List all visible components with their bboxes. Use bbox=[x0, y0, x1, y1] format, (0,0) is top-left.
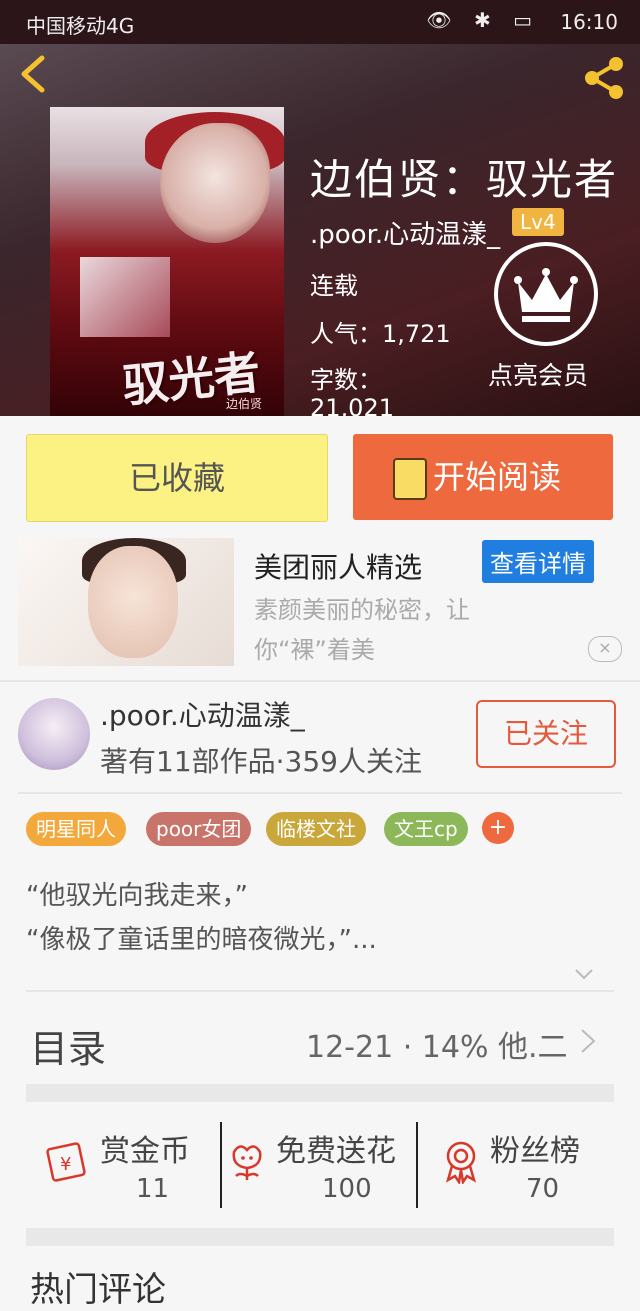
ad-detail-button[interactable]: 查看详情 bbox=[482, 540, 594, 583]
wordcount-value: 21,021 bbox=[310, 394, 394, 416]
cover-art-inset bbox=[80, 257, 170, 337]
stat-label[interactable]: 赏金币 bbox=[100, 1126, 190, 1170]
ad-close-icon[interactable]: × bbox=[588, 636, 622, 662]
add-tag-button[interactable]: + bbox=[482, 812, 514, 844]
stat-value: 11 bbox=[136, 1174, 170, 1204]
tag[interactable]: 文王cp bbox=[384, 812, 468, 846]
crown-icon bbox=[514, 268, 578, 322]
tag[interactable]: 明星同人 bbox=[26, 812, 126, 846]
start-reading-label: 开始阅读 bbox=[433, 458, 562, 496]
serial-status: 连载 bbox=[310, 272, 358, 300]
stat-label[interactable]: 粉丝榜 bbox=[490, 1126, 580, 1170]
status-bar: 中国移动4G 👁 ✱ ▭ 16:10 bbox=[0, 0, 640, 44]
back-icon[interactable] bbox=[14, 54, 54, 94]
chevron-down-icon[interactable] bbox=[574, 964, 594, 984]
popularity: 人气：1,721 bbox=[310, 320, 451, 348]
divider bbox=[18, 792, 622, 794]
toc-label[interactable]: 目录 bbox=[30, 1018, 106, 1073]
tag[interactable]: 临楼文社 bbox=[266, 812, 366, 846]
divider bbox=[0, 680, 640, 682]
tag[interactable]: poor女团 bbox=[146, 812, 252, 846]
vip-label[interactable]: 点亮会员 bbox=[488, 356, 588, 392]
book-header: 驭光者 边伯贤 边伯贤：驭光者 .poor.心动温漾_ Lv4 连载 人气：1,… bbox=[0, 44, 640, 416]
intro-line: “像极了童话里的暗夜微光，”... bbox=[26, 925, 377, 955]
clock: 16:10 bbox=[560, 10, 618, 34]
book-author[interactable]: .poor.心动温漾_ bbox=[310, 214, 500, 251]
author-name[interactable]: .poor.心动温漾_ bbox=[100, 694, 305, 734]
medal-icon[interactable] bbox=[438, 1138, 484, 1184]
ad-description: 素颜美丽的秘密，让你“裸”着美 bbox=[254, 596, 470, 664]
author-avatar[interactable] bbox=[18, 698, 90, 770]
separator bbox=[416, 1122, 418, 1208]
status-icons: 👁 ✱ ▭ bbox=[426, 8, 540, 32]
wordcount-label: 字数： bbox=[310, 366, 382, 394]
book-title: 边伯贤：驭光者 bbox=[310, 155, 619, 204]
toc-latest-chapter[interactable]: 12-21 · 14% 他.二 bbox=[306, 1022, 568, 1066]
book-intro[interactable]: “他驭光向我走来，” “像极了童话里的暗夜微光，”... bbox=[26, 874, 377, 962]
start-reading-button[interactable]: 开始阅读 bbox=[353, 434, 613, 520]
collected-button[interactable]: 已收藏 bbox=[26, 434, 328, 522]
carrier-label: 中国移动4G bbox=[26, 14, 135, 38]
book-icon bbox=[393, 458, 427, 500]
intro-line: “他驭光向我走来，” bbox=[26, 881, 248, 911]
section-spacer bbox=[26, 1228, 614, 1246]
chevron-right-icon[interactable] bbox=[578, 1028, 598, 1054]
section-spacer bbox=[26, 1084, 614, 1102]
svg-text:¥: ¥ bbox=[60, 1154, 71, 1175]
cover-art-face bbox=[160, 123, 270, 243]
vip-button[interactable] bbox=[494, 242, 598, 346]
level-badge: Lv4 bbox=[512, 208, 564, 236]
separator bbox=[220, 1122, 222, 1208]
author-stats: 著有11部作品·359人关注 bbox=[100, 745, 422, 778]
divider bbox=[26, 990, 614, 992]
stat-value: 70 bbox=[526, 1174, 560, 1204]
ad-image[interactable] bbox=[18, 538, 234, 666]
follow-button[interactable]: 已关注 bbox=[476, 700, 616, 768]
section-heading: 热门评论 bbox=[30, 1270, 166, 1310]
share-icon[interactable] bbox=[580, 54, 628, 102]
stat-label[interactable]: 免费送花 bbox=[276, 1126, 396, 1170]
ad-image-face bbox=[88, 546, 178, 658]
stat-value: 100 bbox=[322, 1174, 372, 1204]
ad-title[interactable]: 美团丽人精选 bbox=[254, 546, 422, 586]
flower-icon[interactable] bbox=[224, 1138, 270, 1184]
cover-subtitle: 边伯贤 bbox=[226, 397, 263, 411]
gold-coin-icon[interactable]: ¥ bbox=[44, 1138, 90, 1184]
book-cover[interactable]: 驭光者 边伯贤 bbox=[50, 107, 284, 416]
